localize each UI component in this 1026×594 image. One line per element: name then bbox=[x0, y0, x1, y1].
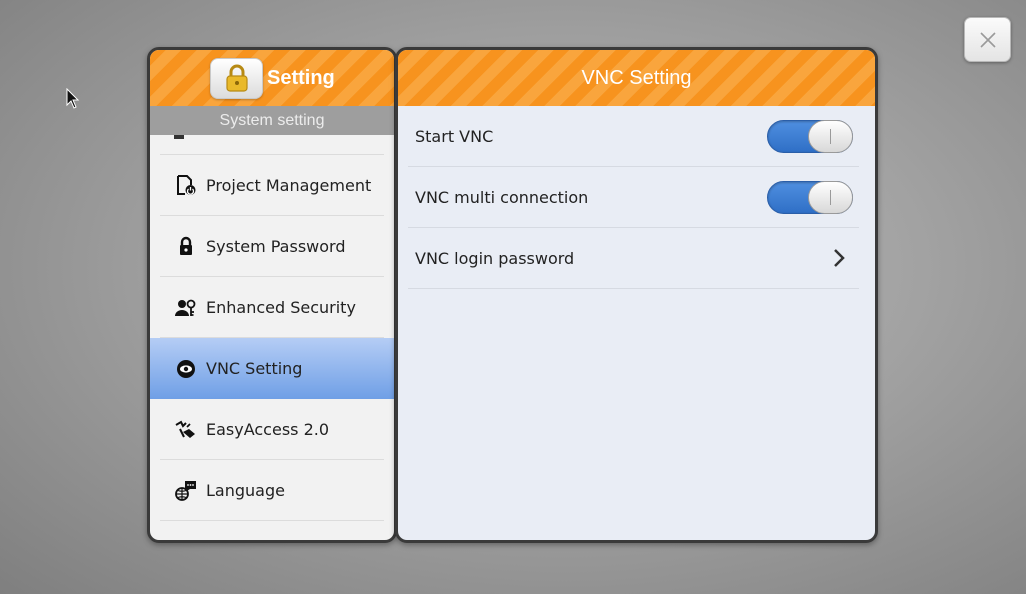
setting-row-vnc-login-password[interactable]: VNC login password bbox=[408, 228, 859, 289]
lock-icon bbox=[225, 64, 248, 92]
menu-item-vnc-setting[interactable]: VNC Setting bbox=[150, 338, 394, 399]
settings-lock-button[interactable] bbox=[210, 57, 263, 99]
menu-item-project-management[interactable]: Project Management bbox=[160, 155, 384, 216]
menu-item-enhanced-security[interactable]: Enhanced Security bbox=[160, 277, 384, 338]
vnc-setting-header: VNC Setting bbox=[398, 50, 875, 106]
easyaccess-icon bbox=[174, 417, 198, 441]
menu-item-label: EasyAccess 2.0 bbox=[206, 419, 330, 439]
lock-icon bbox=[174, 234, 198, 258]
menu-item-label: Enhanced Security bbox=[206, 297, 356, 317]
settings-header: Setting bbox=[150, 50, 394, 106]
close-icon bbox=[979, 31, 996, 48]
vnc-setting-list: Start VNC VNC multi connection VNC login… bbox=[398, 106, 875, 289]
vnc-multi-connection-toggle[interactable] bbox=[767, 180, 853, 214]
setting-row-start-vnc[interactable]: Start VNC bbox=[408, 106, 859, 167]
settings-title: Setting bbox=[267, 66, 335, 89]
settings-menu-list[interactable]: Project Management System Password Enhan… bbox=[150, 135, 394, 540]
project-icon bbox=[174, 173, 198, 197]
settings-nav-panel: Setting System setting Project Managemen… bbox=[147, 47, 397, 543]
menu-item-label: Language bbox=[206, 480, 285, 500]
menu-item-label: Project Management bbox=[206, 175, 372, 195]
close-button[interactable] bbox=[964, 17, 1011, 62]
setting-label: VNC login password bbox=[415, 248, 575, 268]
setting-label: Start VNC bbox=[415, 126, 494, 146]
section-label: System setting bbox=[150, 106, 394, 135]
menu-item-easyaccess[interactable]: EasyAccess 2.0 bbox=[160, 399, 384, 460]
menu-item-label: VNC Setting bbox=[206, 359, 303, 378]
toggle-knob[interactable] bbox=[808, 180, 853, 214]
menu-item-label: System Password bbox=[206, 236, 346, 256]
vnc-setting-panel: VNC Setting Start VNC VNC multi connecti… bbox=[395, 47, 878, 543]
eye-icon bbox=[174, 357, 198, 381]
start-vnc-toggle[interactable] bbox=[767, 119, 853, 153]
setting-label: VNC multi connection bbox=[415, 187, 589, 207]
list-item-partial[interactable] bbox=[160, 135, 384, 155]
toggle-knob[interactable] bbox=[808, 119, 853, 153]
mouse-cursor-icon bbox=[66, 88, 80, 109]
menu-item-system-password[interactable]: System Password bbox=[160, 216, 384, 277]
globe-chat-icon bbox=[174, 478, 198, 502]
chevron-right-icon[interactable] bbox=[833, 248, 845, 268]
menu-item-language[interactable]: Language bbox=[160, 460, 384, 521]
panel-title: VNC Setting bbox=[581, 66, 692, 89]
setting-row-vnc-multi-connection[interactable]: VNC multi connection bbox=[408, 167, 859, 228]
users-icon bbox=[174, 295, 198, 319]
